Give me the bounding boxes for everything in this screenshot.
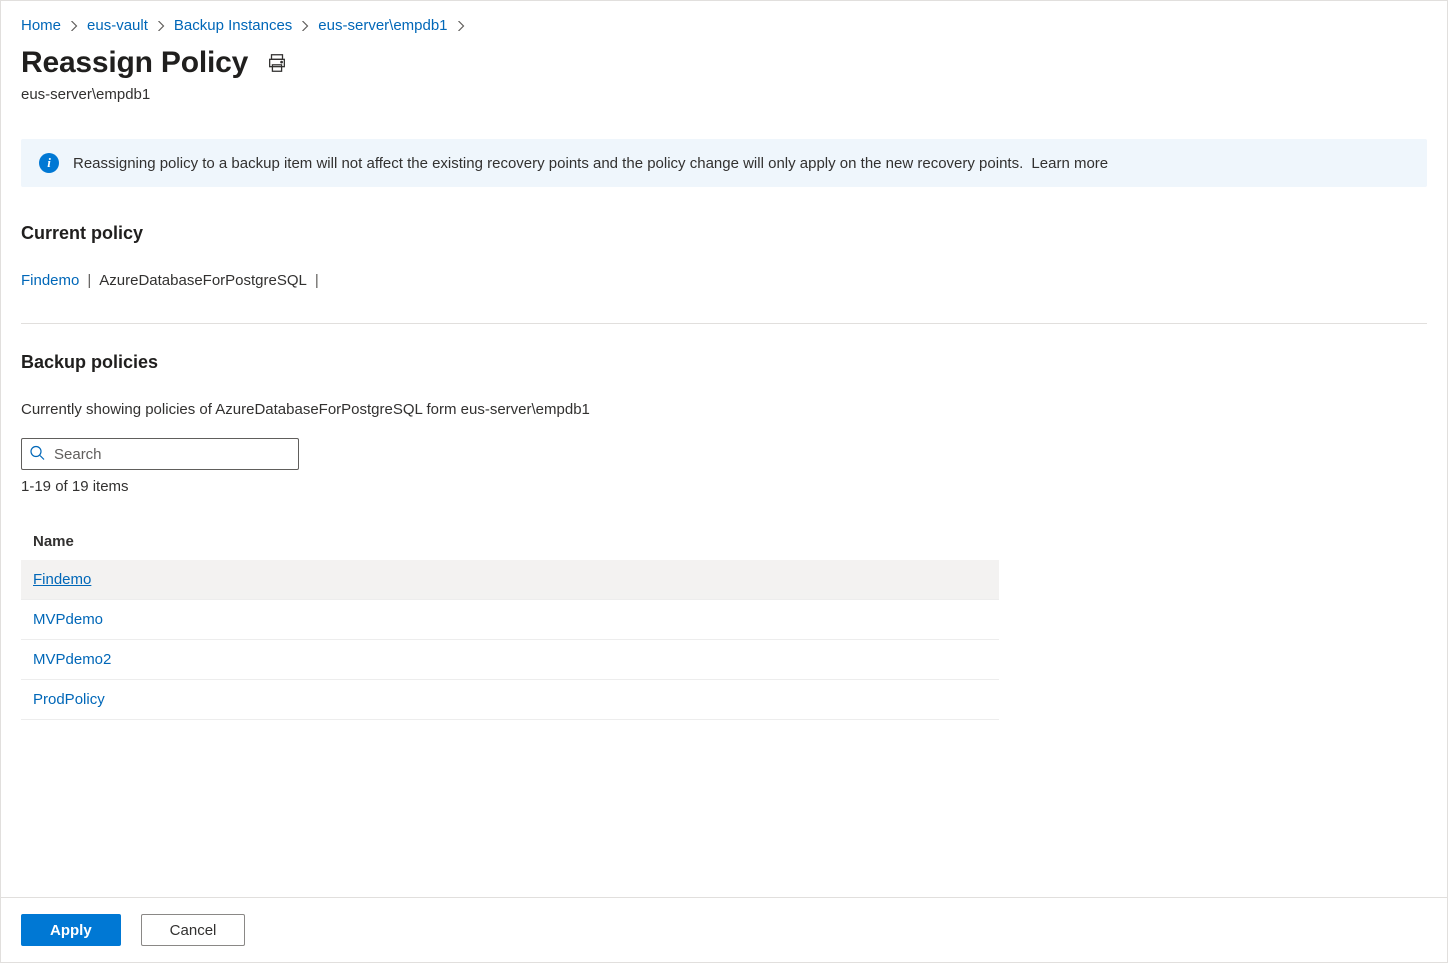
policy-table: Name Findemo MVPdemo MVPdemo2 ProdPolicy [21,523,999,720]
cancel-button[interactable]: Cancel [141,914,246,946]
page-subtitle: eus-server\empdb1 [21,86,1427,103]
table-row[interactable]: Findemo [21,560,999,600]
table-row[interactable]: MVPdemo2 [21,640,999,680]
policy-link[interactable]: MVPdemo [33,611,103,628]
info-icon: i [39,153,59,173]
policy-link[interactable]: Findemo [33,571,91,588]
backup-policies-heading: Backup policies [21,352,1427,373]
current-policy-type: AzureDatabaseForPostgreSQL [99,272,307,289]
table-row[interactable]: MVPdemo [21,600,999,640]
search-input[interactable] [21,438,299,470]
breadcrumb-home[interactable]: Home [21,17,61,34]
item-count-text: 1-19 of 19 items [21,478,1427,495]
learn-more-link[interactable]: Learn more [1031,155,1108,172]
current-policy-heading: Current policy [21,223,1427,244]
breadcrumb: Home eus-vault Backup Instances eus-serv… [21,13,1427,46]
current-policy-row: Findemo | AzureDatabaseForPostgreSQL | [21,272,1427,289]
separator: | [315,272,319,289]
breadcrumb-instance[interactable]: eus-server\empdb1 [318,17,447,34]
breadcrumb-backup-instances[interactable]: Backup Instances [174,17,292,34]
print-icon[interactable] [266,52,288,74]
info-banner: i Reassigning policy to a backup item wi… [21,139,1427,187]
chevron-right-icon [69,18,79,34]
column-header-name[interactable]: Name [21,523,999,560]
info-banner-text: Reassigning policy to a backup item will… [73,155,1108,172]
apply-button[interactable]: Apply [21,914,121,946]
page-header: Reassign Policy [21,46,1427,80]
section-divider [21,323,1427,324]
page-root: Home eus-vault Backup Instances eus-serv… [0,0,1448,963]
chevron-right-icon [456,18,466,34]
search-icon [29,445,45,464]
search-wrap [21,438,299,470]
breadcrumb-vault[interactable]: eus-vault [87,17,148,34]
chevron-right-icon [156,18,166,34]
policy-link[interactable]: MVPdemo2 [33,651,111,668]
separator: | [87,272,91,289]
policy-link[interactable]: ProdPolicy [33,691,105,708]
content-wrap: Home eus-vault Backup Instances eus-serv… [1,1,1447,720]
footer-bar: Apply Cancel [1,897,1447,962]
backup-policies-description: Currently showing policies of AzureDatab… [21,401,1427,418]
current-policy-link[interactable]: Findemo [21,272,79,289]
page-title: Reassign Policy [21,46,248,80]
chevron-right-icon [300,18,310,34]
table-row[interactable]: ProdPolicy [21,680,999,720]
